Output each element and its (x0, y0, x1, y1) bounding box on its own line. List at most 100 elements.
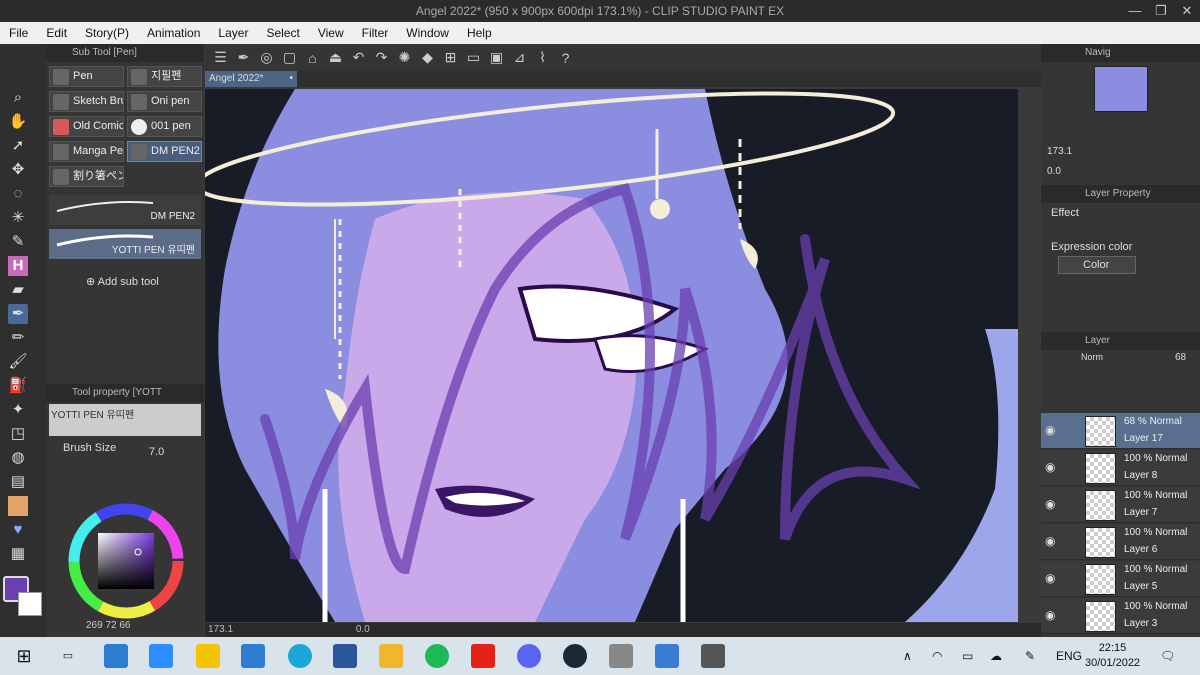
subtool-old-comic[interactable]: Old Comic (49, 116, 124, 137)
crop-icon[interactable]: ⊞ (441, 49, 460, 66)
tab-close-icon[interactable]: • (289, 71, 293, 87)
sticky-notes-icon[interactable] (196, 644, 220, 668)
brush-preset-yotti-pen[interactable]: YOTTI PEN 유띠펜 (49, 229, 201, 259)
menu-view[interactable]: View (309, 26, 353, 40)
menu-layer[interactable]: Layer (209, 26, 257, 40)
maximize-button[interactable]: ❐ (1148, 0, 1174, 22)
spinner-icon[interactable]: ✺ (395, 49, 414, 66)
clip-studio-icon[interactable] (701, 644, 725, 668)
windows-start-icon[interactable]: ⊞ (12, 644, 36, 668)
eye-icon[interactable]: ◉ (1045, 571, 1055, 585)
taskbar-clock[interactable]: 22:15 30/01/2022 (1085, 641, 1140, 671)
layer-row[interactable]: ◉ 100 % Normal Layer 5 (1041, 561, 1200, 597)
redo-icon[interactable]: ↷ (372, 49, 391, 66)
open-icon[interactable]: ⌂ (303, 50, 322, 66)
subtool-manga-pen[interactable]: Manga Pen (49, 141, 124, 162)
brush-icon[interactable]: ⌇ (533, 49, 552, 66)
expression-color-select[interactable]: Color (1058, 256, 1136, 274)
app-phone-icon[interactable] (104, 644, 128, 668)
clip-studio-launcher-icon[interactable] (609, 644, 633, 668)
menu-file[interactable]: File (0, 26, 37, 40)
tray-chevron-icon[interactable]: ∧ (903, 637, 912, 675)
layer-row[interactable]: ◉ 100 % Normal Layer 8 (1041, 450, 1200, 486)
clip-studio-paint-icon[interactable] (655, 644, 679, 668)
sub-color-swatch[interactable] (18, 592, 42, 616)
zoom-tool-icon[interactable]: ⌕ (8, 88, 28, 108)
pencil-tool-icon[interactable]: ✏ (8, 328, 28, 348)
mail-icon[interactable] (241, 644, 265, 668)
tray-battery-icon[interactable]: ▭ (962, 637, 973, 675)
subtool-oni-pen[interactable]: Oni pen (127, 91, 202, 112)
pen-select-icon[interactable]: ✒ (234, 49, 253, 66)
select-all-icon[interactable]: ▭ (464, 49, 483, 66)
subtool-001-pen[interactable]: 001 pen (127, 116, 202, 137)
zoom-icon[interactable] (149, 644, 173, 668)
menu-filter[interactable]: Filter (353, 26, 398, 40)
file-explorer-icon[interactable] (379, 644, 403, 668)
word-icon[interactable] (333, 644, 357, 668)
menu-story[interactable]: Story(P) (76, 26, 138, 40)
tray-pen-icon[interactable]: ✎ (1025, 637, 1035, 675)
undo-icon[interactable]: ↶ (349, 49, 368, 66)
task-view-icon[interactable]: ▭ (56, 644, 80, 668)
eraser-tool-icon[interactable]: ▰ (8, 280, 28, 300)
brush-tool-icon[interactable]: 🖌 (8, 352, 28, 372)
discord-icon[interactable] (517, 644, 541, 668)
navigator-zoom[interactable]: 173.1 (1047, 146, 1072, 157)
eye-icon[interactable]: ◉ (1045, 608, 1055, 622)
steam-icon[interactable] (563, 644, 587, 668)
minimize-button[interactable]: — (1122, 0, 1148, 22)
help-icon[interactable]: ? (556, 50, 575, 66)
text-tool-icon[interactable] (8, 496, 28, 516)
color-wheel[interactable] (46, 486, 204, 637)
notification-icon[interactable]: 🗨 (1160, 637, 1175, 675)
layer-row[interactable]: ◉ 100 % Normal Layer 6 (1041, 524, 1200, 560)
figure-tool-icon[interactable]: ◍ (8, 448, 28, 468)
eye-icon[interactable]: ◉ (1045, 423, 1055, 437)
balloon-tool-icon[interactable]: ♥ (8, 520, 28, 540)
language-indicator[interactable]: ENG (1056, 637, 1082, 675)
layer-opacity-value[interactable]: 68 (1175, 352, 1186, 363)
menu-animation[interactable]: Animation (138, 26, 209, 40)
menu-select[interactable]: Select (257, 26, 308, 40)
hand-tool-icon[interactable]: ✋ (8, 112, 28, 132)
operation-tool-icon[interactable]: ➚ (8, 136, 28, 156)
new-file-icon[interactable]: ▢ (280, 49, 299, 66)
brush-size-control[interactable]: Brush Size 7.0 (49, 442, 201, 460)
menu-help[interactable]: Help (458, 26, 501, 40)
navigator-angle[interactable]: 0.0 (1047, 166, 1061, 177)
add-subtool-button[interactable]: ⊕ Add sub tool (86, 275, 204, 288)
layer-row[interactable]: ◉ 100 % Normal Layer 3 (1041, 598, 1200, 634)
blend-tool-icon[interactable]: ◳ (8, 424, 28, 444)
tray-wifi-icon[interactable]: ◠ (932, 637, 942, 675)
menu-edit[interactable]: Edit (37, 26, 76, 40)
brush-preset-dm-pen2[interactable]: DM PEN2 (49, 195, 201, 225)
navigator-thumbnail[interactable] (1093, 66, 1148, 112)
gradient-tool-icon[interactable]: ▦ (8, 544, 28, 564)
youtube-icon[interactable] (471, 644, 495, 668)
edge-icon[interactable] (288, 644, 312, 668)
drawing-canvas[interactable] (205, 89, 1018, 622)
eye-icon[interactable]: ◉ (1045, 534, 1055, 548)
invert-icon[interactable]: ▣ (487, 49, 506, 66)
spotify-icon[interactable] (425, 644, 449, 668)
pen-tool-icon[interactable]: ✒ (8, 304, 28, 324)
layer-row[interactable]: ◉ 100 % Normal Layer 7 (1041, 487, 1200, 523)
subtool-waribashi-pen[interactable]: 割り箸ペン (49, 166, 124, 187)
move-tool-icon[interactable]: ✥ (8, 160, 28, 180)
auto-select-tool-icon[interactable]: ✳ (8, 208, 28, 228)
lasso-tool-icon[interactable]: ◌ (8, 184, 28, 204)
subtool-jipil[interactable]: 지필펜 (127, 66, 202, 87)
menu-window[interactable]: Window (397, 26, 458, 40)
decoration-tool-icon[interactable]: ✦ (8, 400, 28, 420)
fill-icon[interactable]: ◆ (418, 49, 437, 66)
tray-cloud-icon[interactable]: ☁ (990, 637, 1002, 675)
eye-icon[interactable]: ◉ (1045, 460, 1055, 474)
subtool-sketch-brush[interactable]: Sketch Bru (49, 91, 124, 112)
canvas-tab[interactable]: Angel 2022* • (205, 71, 297, 87)
subtool-dm-pen2[interactable]: DM PEN2 (127, 141, 202, 162)
eyedropper-tool-icon[interactable]: ✎ (8, 232, 28, 252)
subtool-pen[interactable]: Pen (49, 66, 124, 87)
menu-icon[interactable]: ☰ (211, 49, 230, 66)
save-icon[interactable]: ⏏ (326, 49, 345, 66)
